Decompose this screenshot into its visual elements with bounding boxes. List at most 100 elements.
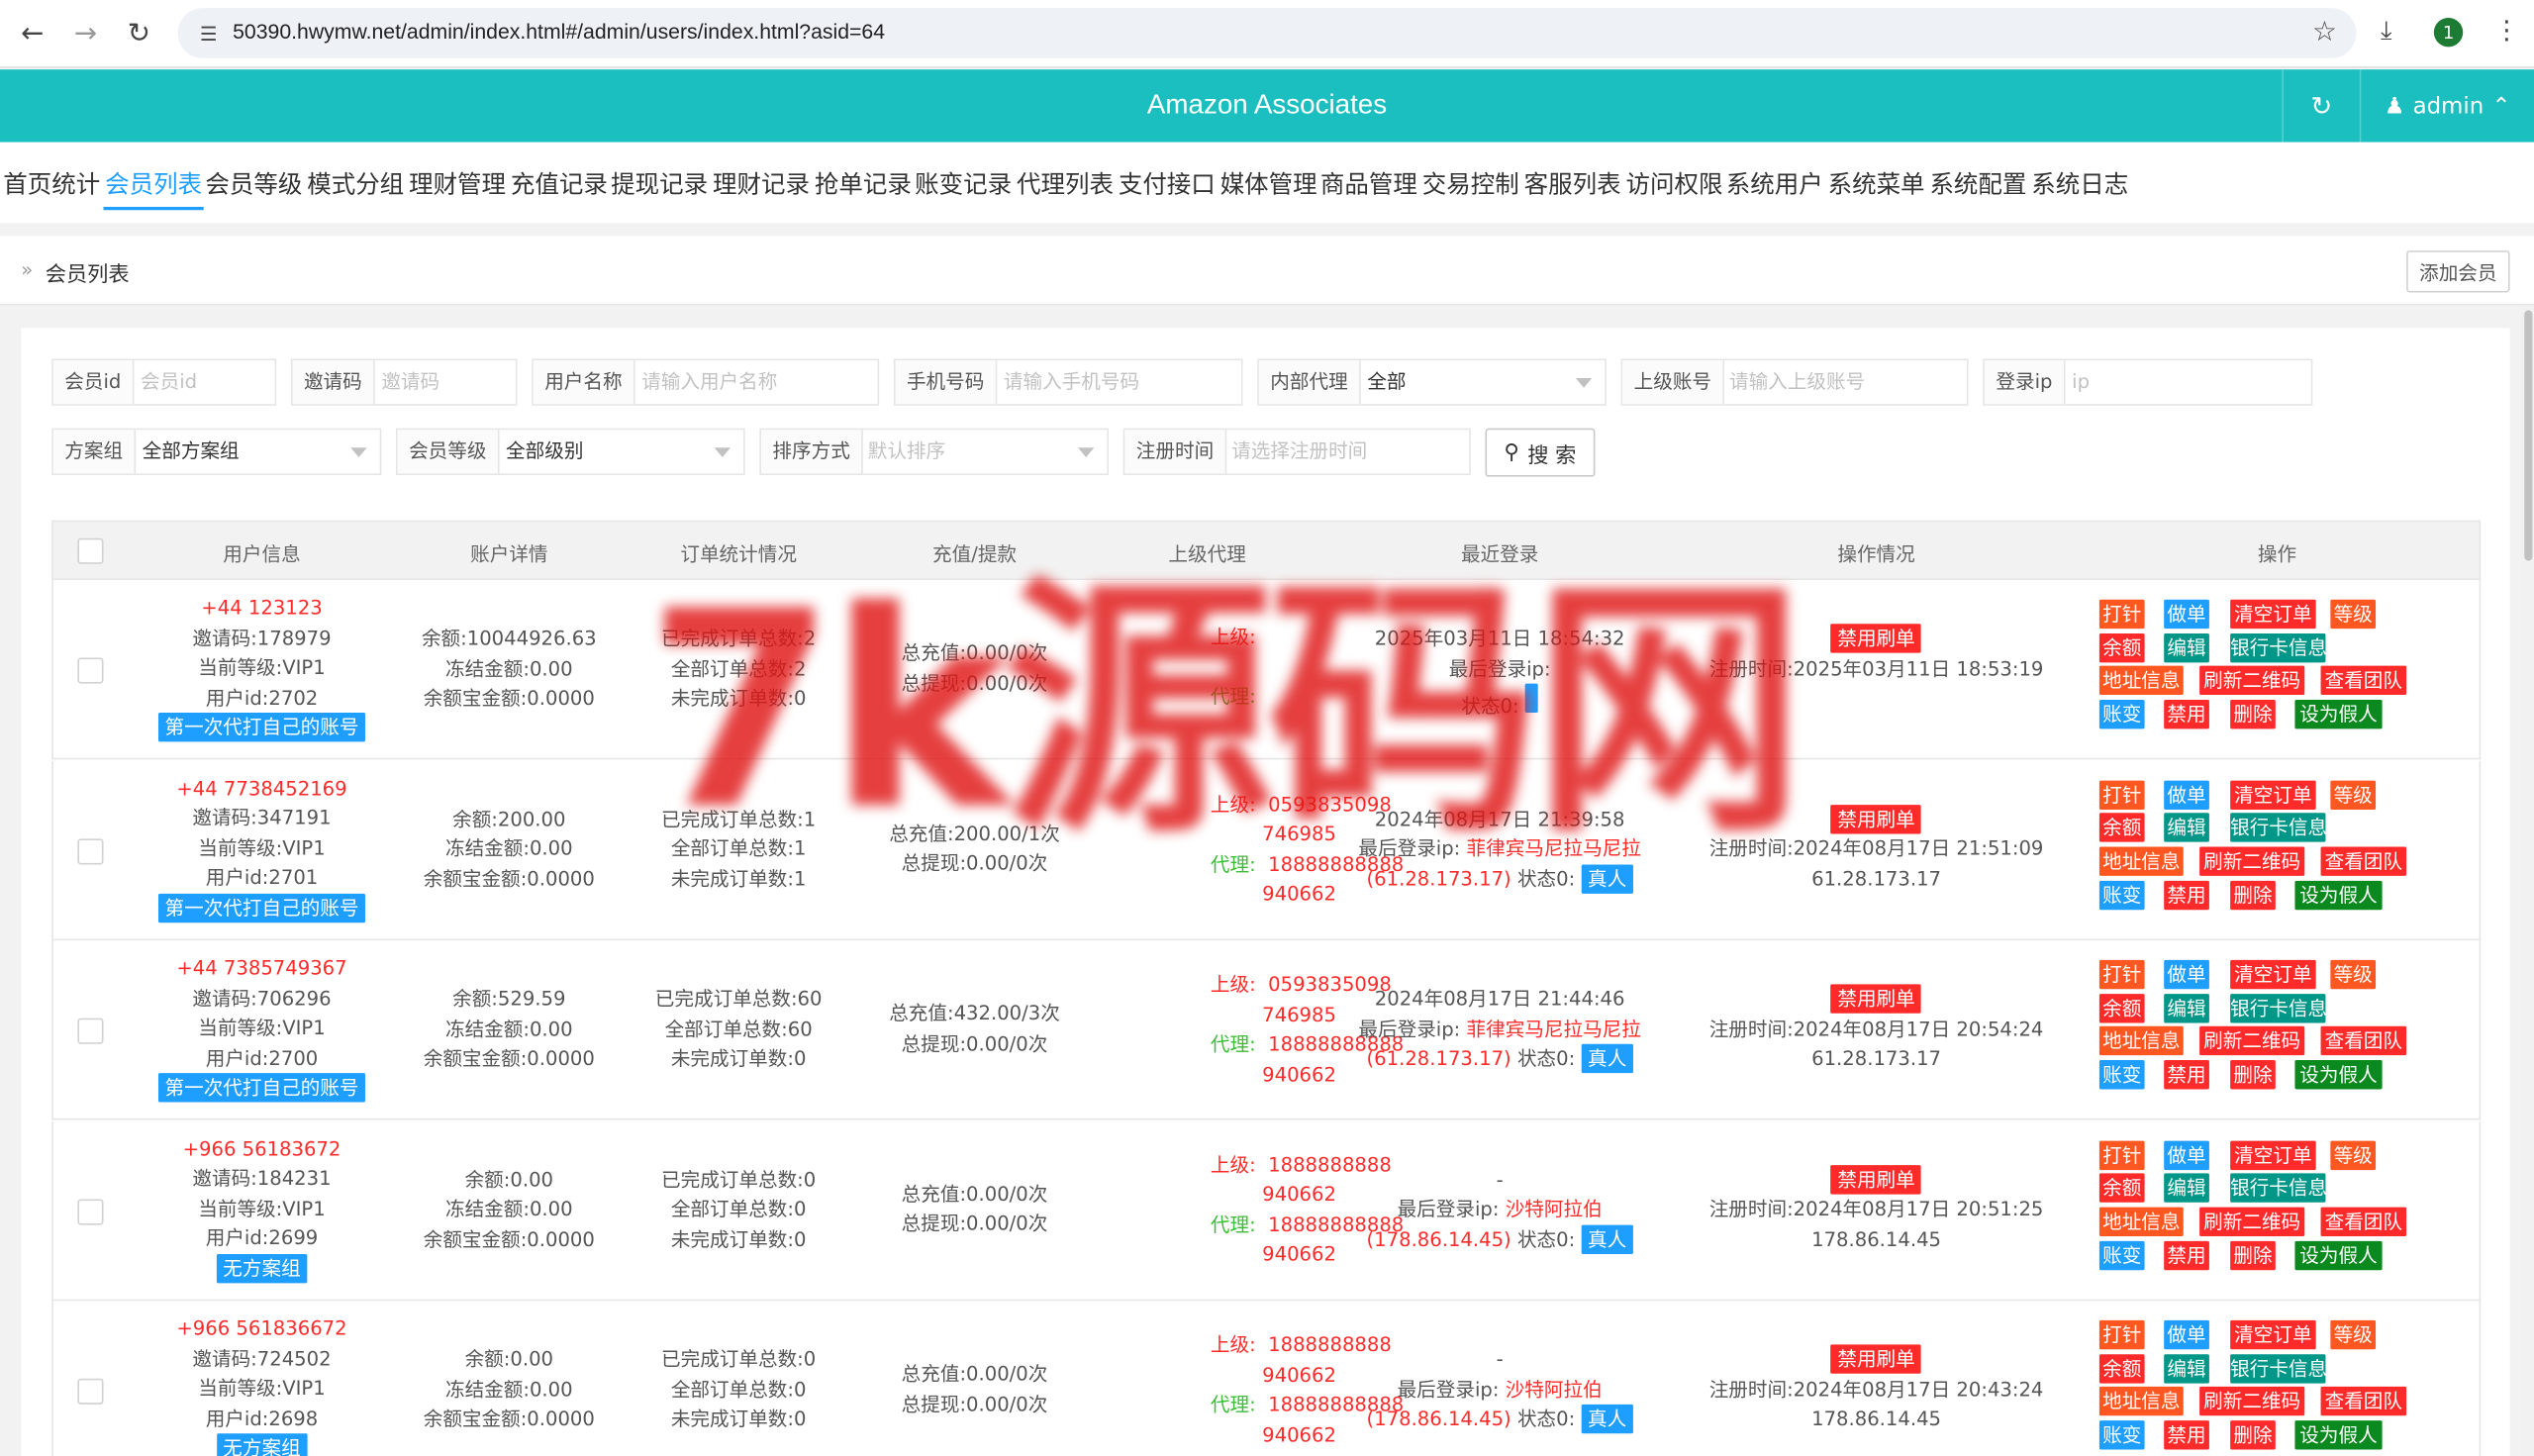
op-refresh-qr-button[interactable]: 刷新二维码 [2199,1387,2305,1416]
menu-item-finance-records[interactable]: 理财记录 [713,166,810,200]
op-edit-button[interactable]: 编辑 [2164,813,2209,842]
op-edit-button[interactable]: 编辑 [2164,993,2209,1022]
op-delete-button[interactable]: 删除 [2230,700,2276,729]
op-balance-change-button[interactable]: 账变 [2098,1420,2145,1450]
menu-item-service-list[interactable]: 客服列表 [1524,166,1621,200]
menu-item-finance[interactable]: 理财管理 [409,166,506,200]
disable-grab-tag[interactable]: 禁用刷单 [1830,1164,1922,1194]
op-level-button[interactable]: 等级 [2330,1139,2377,1170]
add-member-button[interactable]: 添加会员 [2406,250,2510,293]
op-bank-card-button[interactable]: 银行卡信息 [2230,813,2327,842]
op-balance-change-button[interactable]: 账变 [2098,1240,2145,1270]
row-checkbox[interactable] [77,837,104,864]
select-all-checkbox[interactable] [77,537,104,564]
menu-item-access[interactable]: 访问权限 [1625,166,1722,200]
op-edit-button[interactable]: 编辑 [2164,632,2209,662]
op-set-fake-button[interactable]: 设为假人 [2294,1240,2383,1270]
op-view-team-button[interactable]: 查看团队 [2320,846,2407,876]
op-clear-orders-button[interactable]: 清空订单 [2230,1139,2316,1170]
op-balance-change-button[interactable]: 账变 [2098,880,2145,910]
op-inject-button[interactable]: 打针 [2098,1319,2145,1350]
op-refresh-qr-button[interactable]: 刷新二维码 [2199,1207,2305,1236]
menu-item-goods[interactable]: 商品管理 [1320,166,1417,200]
row-checkbox[interactable] [77,657,104,684]
user-group-tag[interactable]: 无方案组 [216,1433,308,1456]
op-make-order-button[interactable]: 做单 [2164,599,2209,630]
op-balance-button[interactable]: 余额 [2098,632,2145,662]
op-level-button[interactable]: 等级 [2330,779,2377,810]
user-group-tag[interactable]: 第一次代打自己的账号 [157,1073,366,1103]
op-address-button[interactable]: 地址信息 [2098,666,2184,696]
op-balance-button[interactable]: 余额 [2098,1353,2145,1384]
menu-item-agent-list[interactable]: 代理列表 [1017,166,1114,200]
op-level-button[interactable]: 等级 [2330,1319,2377,1350]
disable-grab-tag[interactable]: 禁用刷单 [1830,984,1922,1014]
op-address-button[interactable]: 地址信息 [2098,1387,2184,1416]
disable-grab-tag[interactable]: 禁用刷单 [1830,804,1922,833]
op-address-button[interactable]: 地址信息 [2098,846,2184,876]
row-checkbox[interactable] [77,1378,104,1405]
member-id-input[interactable]: 会员id [141,360,197,404]
op-bank-card-button[interactable]: 银行卡信息 [2230,1173,2327,1204]
op-make-order-button[interactable]: 做单 [2164,1319,2209,1350]
op-bank-card-button[interactable]: 银行卡信息 [2230,1353,2327,1384]
menu-item-system-menu[interactable]: 系统菜单 [1828,166,1925,200]
op-disable-button[interactable]: 禁用 [2164,1240,2209,1270]
menu-item-system-config[interactable]: 系统配置 [1929,166,2026,200]
address-bar[interactable]: ☰ 50390.hwymw.net/admin/index.html#/admi… [177,8,2357,58]
invite-code-input[interactable]: 邀请码 [381,360,439,404]
op-balance-button[interactable]: 余额 [2098,813,2145,842]
phone-input[interactable]: 请输入手机号码 [1004,360,1139,404]
bookmark-star-icon[interactable]: ☆ [2312,16,2337,49]
op-clear-orders-button[interactable]: 清空订单 [2230,779,2316,810]
op-disable-button[interactable]: 禁用 [2164,880,2209,910]
op-disable-button[interactable]: 禁用 [2164,1060,2209,1090]
menu-item-media[interactable]: 媒体管理 [1220,166,1317,200]
op-clear-orders-button[interactable]: 清空订单 [2230,1319,2316,1350]
menu-item-system-log[interactable]: 系统日志 [2031,166,2128,200]
op-set-fake-button[interactable]: 设为假人 [2294,700,2383,729]
op-view-team-button[interactable]: 查看团队 [2320,1207,2407,1236]
op-inject-button[interactable]: 打针 [2098,959,2145,990]
username-input[interactable]: 请输入用户名称 [641,360,777,404]
user-group-tag[interactable]: 第一次代打自己的账号 [157,713,366,742]
reg-time-input[interactable]: 请选择注册时间 [1231,430,1367,473]
op-address-button[interactable]: 地址信息 [2098,1026,2184,1056]
profile-avatar[interactable]: 1 [2433,17,2464,48]
disable-grab-tag[interactable]: 禁用刷单 [1830,624,1922,653]
op-make-order-button[interactable]: 做单 [2164,1139,2209,1170]
menu-item-mode-group[interactable]: 模式分组 [307,166,404,200]
scrollbar-thumb[interactable] [2524,310,2533,561]
download-icon[interactable]: ⤓ [2381,15,2392,48]
op-clear-orders-button[interactable]: 清空订单 [2230,959,2316,990]
op-balance-button[interactable]: 余额 [2098,993,2145,1022]
login-ip-input[interactable]: ip [2072,360,2090,404]
site-info-icon[interactable]: ☰ [194,20,223,49]
op-balance-change-button[interactable]: 账变 [2098,700,2145,729]
op-level-button[interactable]: 等级 [2330,599,2377,630]
menu-item-withdraw-records[interactable]: 提现记录 [611,166,708,200]
search-button[interactable]: ⚲ 搜 索 [1485,428,1596,477]
op-make-order-button[interactable]: 做单 [2164,959,2209,990]
op-inject-button[interactable]: 打针 [2098,779,2145,810]
reload-icon[interactable]: ↻ [118,13,159,54]
op-set-fake-button[interactable]: 设为假人 [2294,1060,2383,1090]
menu-item-recharge-records[interactable]: 充值记录 [511,166,608,200]
menu-item-home-stats[interactable]: 首页统计 [3,166,100,200]
op-refresh-qr-button[interactable]: 刷新二维码 [2199,1026,2305,1056]
op-address-button[interactable]: 地址信息 [2098,1207,2184,1236]
op-edit-button[interactable]: 编辑 [2164,1353,2209,1384]
op-view-team-button[interactable]: 查看团队 [2320,666,2407,696]
user-group-tag[interactable]: 无方案组 [216,1253,308,1283]
op-view-team-button[interactable]: 查看团队 [2320,1026,2407,1056]
disable-grab-tag[interactable]: 禁用刷单 [1830,1344,1922,1374]
op-balance-button[interactable]: 余额 [2098,1173,2145,1204]
plan-group-select[interactable]: 全部方案组 [143,430,240,473]
more-menu-icon[interactable]: ⋮ [2493,15,2519,46]
op-bank-card-button[interactable]: 银行卡信息 [2230,993,2327,1022]
row-checkbox[interactable] [77,1018,104,1044]
op-refresh-qr-button[interactable]: 刷新二维码 [2199,846,2305,876]
admin-user-menu[interactable]: ♟ admin ⌃ [2359,69,2534,143]
parent-account-input[interactable]: 请输入上级账号 [1729,360,1865,404]
op-delete-button[interactable]: 删除 [2230,1240,2276,1270]
